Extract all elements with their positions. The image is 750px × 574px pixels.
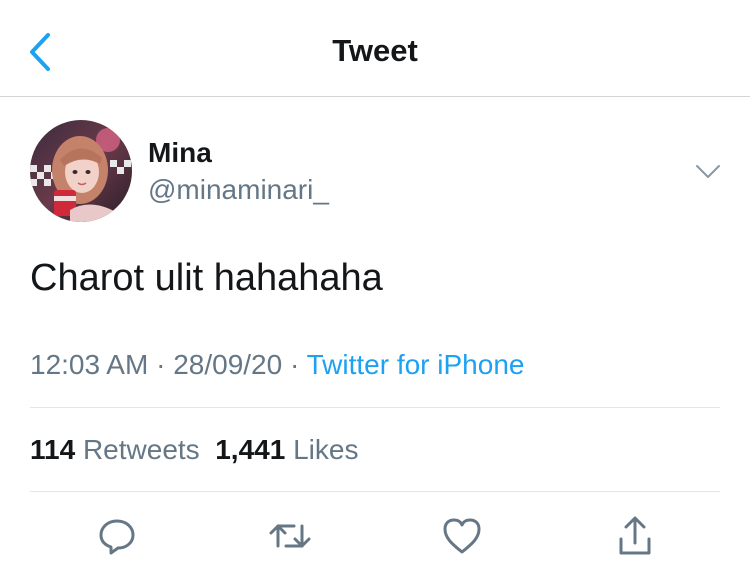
avatar[interactable] [30,120,132,222]
tweet-time: 12:03 AM [30,349,149,380]
divider [30,407,720,408]
reply-icon [99,519,135,555]
likes-label: Likes [293,434,359,465]
tweet-text: Charot ulit hahahaha [30,257,383,299]
likes-count: 1,441 [215,434,286,465]
retweets-stat[interactable]: 114 Retweets [30,434,200,465]
share-button[interactable] [611,512,659,560]
tweet-metadata: 12:03 AM · 28/09/20 · Twitter for iPhone [30,349,524,381]
meta-separator: · [289,349,300,380]
share-icon [619,516,651,555]
heart-icon [443,518,481,554]
retweet-icon [269,524,311,548]
retweet-button[interactable] [266,512,314,560]
page-title: Tweet [332,33,418,68]
tweet-source-link[interactable]: Twitter for iPhone [307,349,525,380]
retweets-count: 114 [30,434,76,465]
retweets-label: Retweets [82,434,200,465]
author-handle[interactable]: @minaminari_ [148,174,329,206]
divider [30,491,720,492]
reply-button[interactable] [93,512,141,560]
likes-stat[interactable]: 1,441 Likes [215,434,358,465]
engagement-stats: 114 Retweets 1,441 Likes [30,434,358,466]
tweet-date: 28/09/20 [173,349,283,380]
chevron-down-icon [696,165,720,178]
like-button[interactable] [438,512,486,560]
more-options-button[interactable] [690,158,726,186]
author-name[interactable]: Mina [148,137,212,169]
avatar-image [30,120,132,222]
navigation-bar: Tweet [0,0,750,97]
meta-separator: · [156,349,166,380]
